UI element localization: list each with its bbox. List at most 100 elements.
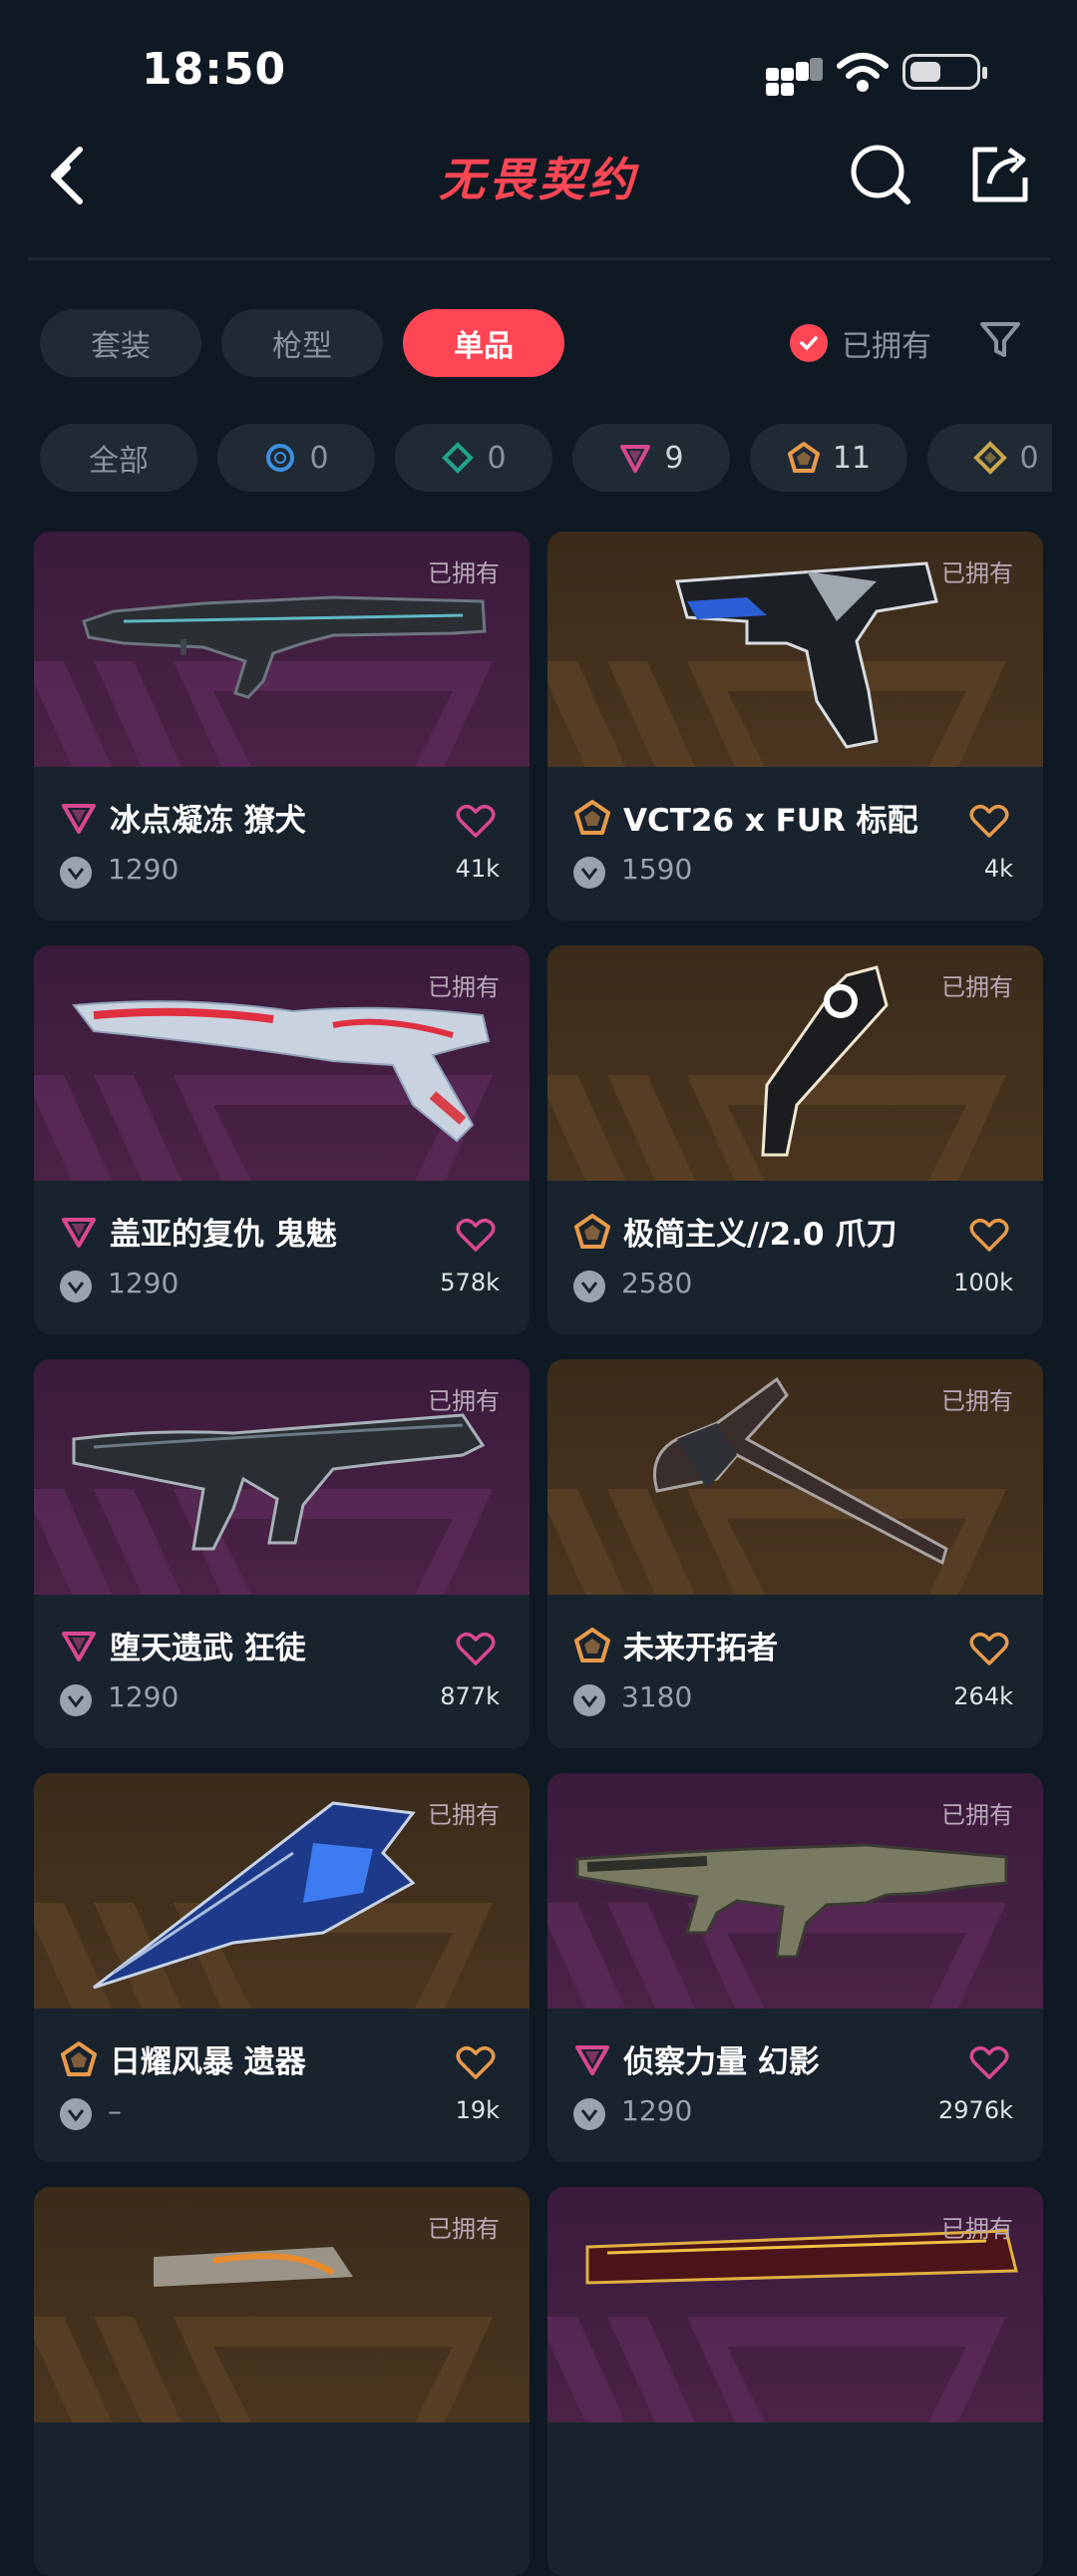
ultra-tier-icon xyxy=(61,2041,97,2076)
skin-artwork: 已拥有 xyxy=(34,945,530,1181)
favorite-heart-icon[interactable] xyxy=(456,803,496,839)
top-nav: 无畏契约 xyxy=(0,130,1077,259)
skin-name: 侦察力量 幻影 xyxy=(623,2044,820,2080)
back-arrow-icon[interactable] xyxy=(40,140,110,209)
skin-price: 1590 xyxy=(621,853,693,886)
rarity-filter-all[interactable]: 全部 xyxy=(40,424,197,492)
deluxe-tier-icon xyxy=(442,442,475,474)
rarity-filter-premium[interactable]: 9 xyxy=(572,424,730,492)
skin-artwork: 已拥有 xyxy=(547,945,1043,1181)
like-count: 2976k xyxy=(938,2096,1013,2124)
owned-badge: 已拥有 xyxy=(941,973,1013,1001)
ultra-tier-icon xyxy=(574,1214,610,1249)
favorite-heart-icon[interactable] xyxy=(456,1631,496,1666)
skin-card[interactable]: 已拥有极简主义//2.0 爪刀 2580 100k xyxy=(547,945,1043,1334)
search-icon[interactable] xyxy=(848,142,913,207)
owned-badge: 已拥有 xyxy=(428,2215,500,2243)
like-count: 100k xyxy=(953,1269,1013,1296)
vp-currency-icon xyxy=(573,1684,605,1716)
skin-name: 极简主义//2.0 爪刀 xyxy=(623,1217,898,1253)
favorite-heart-icon[interactable] xyxy=(969,803,1009,839)
skin-price: – xyxy=(108,2094,122,2127)
premium-tier-icon xyxy=(62,1632,96,1661)
rarity-filter-deluxe[interactable]: 0 xyxy=(395,424,552,492)
vp-currency-icon xyxy=(573,2098,605,2130)
filter-icon[interactable] xyxy=(977,317,1023,363)
skin-card[interactable]: 已拥有日耀风暴 遗器 – 19k xyxy=(34,1773,530,2162)
skin-info: 堕天遗武 狂徒 1290 877k xyxy=(34,1595,530,1748)
skin-card[interactable]: 已拥有 冰点凝冻 獠犬 1290 41k xyxy=(34,532,530,920)
exclusive-tier-icon xyxy=(973,441,1008,475)
rarity-count: 0 xyxy=(1019,440,1039,476)
skin-info: VCT26 x FUR 标配 1590 4k xyxy=(547,767,1043,920)
favorite-heart-icon[interactable] xyxy=(969,2044,1009,2080)
vp-currency-icon xyxy=(573,857,605,889)
premium-tier-icon xyxy=(62,804,96,834)
owned-badge: 已拥有 xyxy=(941,1387,1013,1415)
skin-card[interactable]: 已拥有未来开拓者 3180 264k xyxy=(547,1359,1043,1748)
owned-toggle-label: 已拥有 xyxy=(842,329,931,364)
skin-name: VCT26 x FUR 标配 xyxy=(623,803,918,839)
ultra-tier-icon xyxy=(574,1628,610,1662)
vp-currency-icon xyxy=(60,1271,92,1302)
rarity-filter-select[interactable]: 0 xyxy=(217,424,375,492)
skin-card[interactable]: 已拥有 xyxy=(34,2187,530,2576)
skin-price: 1290 xyxy=(621,2094,693,2127)
vp-currency-icon xyxy=(573,1271,605,1302)
owned-badge: 已拥有 xyxy=(941,559,1013,587)
owned-badge: 已拥有 xyxy=(428,1801,500,1829)
tab-weapon-types[interactable]: 枪型 xyxy=(221,309,383,377)
owned-toggle[interactable]: 已拥有 xyxy=(790,321,931,365)
skin-artwork: 已拥有 xyxy=(34,1773,530,2009)
skin-name: 未来开拓者 xyxy=(623,1631,778,1666)
rarity-filter-all-label: 全部 xyxy=(89,444,149,479)
skin-card[interactable]: 已拥有盖亚的复仇 鬼魅 1290 578k xyxy=(34,945,530,1334)
skin-price: 1290 xyxy=(108,1680,180,1713)
skin-info xyxy=(34,2422,530,2576)
like-count: 264k xyxy=(953,1682,1013,1710)
nav-divider xyxy=(28,257,1050,260)
tab-bundles[interactable]: 套装 xyxy=(40,309,201,377)
skin-name: 日耀风暴 遗器 xyxy=(110,2044,306,2080)
ultra-tier-icon xyxy=(787,442,820,473)
skin-name: 盖亚的复仇 鬼魅 xyxy=(110,1217,337,1253)
owned-badge: 已拥有 xyxy=(941,2215,1013,2243)
owned-badge: 已拥有 xyxy=(941,1801,1013,1829)
favorite-heart-icon[interactable] xyxy=(456,2044,496,2080)
ultra-tier-icon xyxy=(574,800,610,835)
like-count: 877k xyxy=(440,1682,500,1710)
like-count: 41k xyxy=(455,855,500,883)
skin-info: 盖亚的复仇 鬼魅 1290 578k xyxy=(34,1181,530,1334)
skin-card[interactable]: 已拥有 堕天遗武 狂徒 1290 877k xyxy=(34,1359,530,1748)
skin-name: 堕天遗武 狂徒 xyxy=(110,1631,306,1666)
tab-single-items[interactable]: 单品 xyxy=(403,309,564,377)
skin-info xyxy=(547,2422,1043,2576)
select-tier-icon xyxy=(266,444,295,472)
skin-card[interactable]: 已拥有 VCT26 x FUR 标配 1590 4k xyxy=(547,532,1043,920)
status-time: 18:50 xyxy=(142,44,287,95)
vp-currency-icon xyxy=(60,1684,92,1716)
share-icon[interactable] xyxy=(967,142,1033,207)
skin-card[interactable]: 已拥有侦察力量 幻影 1290 2976k xyxy=(547,1773,1043,2162)
status-bar: 18:50 xyxy=(0,0,1077,130)
skin-info: 日耀风暴 遗器 – 19k xyxy=(34,2009,530,2162)
like-count: 19k xyxy=(455,2096,500,2124)
favorite-heart-icon[interactable] xyxy=(456,1217,496,1253)
skin-price: 3180 xyxy=(621,1680,693,1713)
favorite-heart-icon[interactable] xyxy=(969,1631,1009,1666)
skin-name: 冰点凝冻 獠犬 xyxy=(110,803,306,839)
rarity-count: 0 xyxy=(487,440,507,476)
skin-info: 极简主义//2.0 爪刀 2580 100k xyxy=(547,1181,1043,1334)
skin-artwork: 已拥有 xyxy=(547,1359,1043,1595)
favorite-heart-icon[interactable] xyxy=(969,1217,1009,1253)
like-count: 578k xyxy=(440,1269,500,1296)
skin-artwork: 已拥有 xyxy=(547,532,1043,767)
like-count: 4k xyxy=(983,855,1013,883)
category-tabs: 套装 枪型 单品 xyxy=(40,309,564,377)
rarity-count: 9 xyxy=(664,440,684,476)
skin-card[interactable]: 已拥有 xyxy=(547,2187,1043,2576)
rarity-filter-exclusive[interactable]: 0 xyxy=(927,424,1052,492)
rarity-filter-ultra[interactable]: 11 xyxy=(750,424,907,492)
owned-badge: 已拥有 xyxy=(428,973,500,1001)
checkbox-checked-icon[interactable] xyxy=(790,324,828,362)
